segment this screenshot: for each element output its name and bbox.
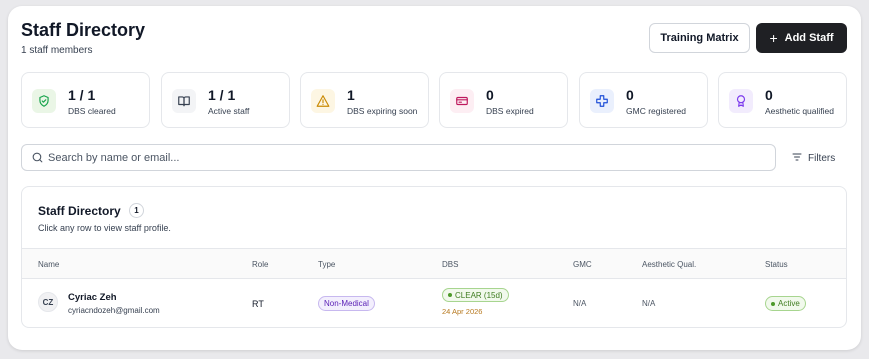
aesthetic-value: N/A [642,299,656,308]
table-count-badge: 1 [129,203,144,218]
stat-active-staff: 1 / 1 Active staff [161,72,290,128]
add-staff-label: Add Staff [784,32,834,44]
stat-aesthetic-qualified: 0 Aesthetic qualified [718,72,847,128]
column-header-aesthetic[interactable]: Aesthetic Qual. [642,260,696,269]
type-badge: Non-Medical [318,296,375,311]
filters-button[interactable]: Filters [791,150,835,166]
page-title: Staff Directory [21,20,146,40]
dbs-status-text: CLEAR (15d) [455,290,503,300]
staff-email: cyriacndozeh@gmail.com [68,306,160,315]
avatar: CZ [38,292,58,312]
status-badge: Active [765,296,806,311]
staff-role: RT [252,299,264,309]
search-box [21,144,776,171]
search-input[interactable] [48,149,748,167]
column-header-status[interactable]: Status [765,260,788,269]
stat-label: DBS cleared [68,106,116,116]
column-header-gmc[interactable]: GMC [573,260,592,269]
add-staff-button[interactable]: + Add Staff [756,23,847,53]
dbs-expiry-date: 24 Apr 2026 [442,307,483,316]
stat-value: 1 / 1 [68,87,96,103]
column-header-type[interactable]: Type [318,260,335,269]
stat-dbs-cleared: 1 / 1 DBS cleared [21,72,150,128]
table-subtitle: Click any row to view staff profile. [38,223,171,233]
table-title: Staff Directory [38,204,121,218]
status-dot-icon [771,301,775,306]
stat-label: Active staff [208,106,250,116]
plus-icon: + [769,30,778,46]
stat-dbs-expiring: 1 DBS expiring soon [300,72,429,128]
table-header: Name Role Type DBS GMC Aesthetic Qual. S… [22,248,846,279]
staff-table-card: Staff Directory 1 Click any row to view … [21,186,847,328]
stat-label: DBS expiring soon [347,106,418,116]
book-open-icon [172,89,196,113]
stat-label: DBS expired [486,106,534,116]
dbs-status-badge: CLEAR (15d) [442,288,509,302]
award-icon [729,89,753,113]
stat-value: 0 [765,87,773,103]
stat-gmc-registered: 0 GMC registered [579,72,708,128]
column-header-dbs[interactable]: DBS [442,260,458,269]
status-dot-icon [448,293,452,297]
medical-cross-icon [590,89,614,113]
column-header-role[interactable]: Role [252,260,268,269]
stat-value: 0 [486,87,494,103]
status-text: Active [778,299,800,308]
stat-dbs-expired: 0 DBS expired [439,72,568,128]
filters-label: Filters [808,152,836,164]
staff-count-subtitle: 1 staff members [21,45,93,56]
stat-value: 0 [626,87,634,103]
stat-label: Aesthetic qualified [765,106,834,116]
column-header-name[interactable]: Name [38,260,59,269]
filter-icon [791,151,803,166]
warning-icon [311,89,335,113]
stat-label: GMC registered [626,106,686,116]
training-matrix-button[interactable]: Training Matrix [649,23,750,53]
table-row[interactable]: CZ Cyriac Zeh cyriacndozeh@gmail.com RT … [22,279,846,327]
card-icon [450,89,474,113]
search-icon [31,151,44,169]
staff-name: Cyriac Zeh [68,292,117,303]
stat-value: 1 [347,87,355,103]
shield-check-icon [32,89,56,113]
gmc-value: N/A [573,299,587,308]
stat-value: 1 / 1 [208,87,236,103]
